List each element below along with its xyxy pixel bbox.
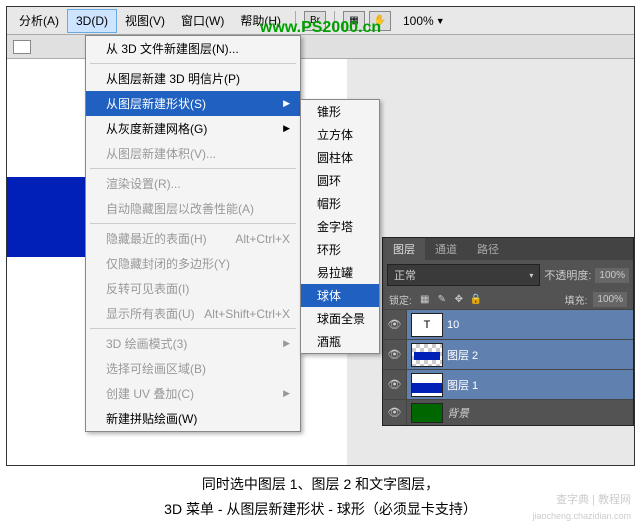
shape-cylinder[interactable]: 圆柱体: [301, 146, 379, 169]
menu-item-show-all: 显示所有表面(U)Alt+Shift+Ctrl+X: [86, 301, 300, 326]
shape-hat[interactable]: 帽形: [301, 192, 379, 215]
visibility-eye-icon[interactable]: 👁: [383, 370, 407, 399]
menu-view[interactable]: 视图(V): [117, 8, 173, 33]
tab-layers[interactable]: 图层: [383, 238, 425, 260]
menu-analyze[interactable]: 分析(A): [11, 8, 67, 33]
shape-cone[interactable]: 锥形: [301, 100, 379, 123]
shape-pyramid[interactable]: 金字塔: [301, 215, 379, 238]
separator: [90, 63, 296, 64]
menu-item-new-3d-postcard[interactable]: 从图层新建 3D 明信片(P): [86, 66, 300, 91]
shape-wine-bottle[interactable]: 酒瓶: [301, 330, 379, 353]
fill-value[interactable]: 100%: [593, 292, 627, 307]
submenu-arrow-icon: ▶: [283, 98, 290, 109]
swatch[interactable]: [13, 40, 31, 54]
menu-item-new-shape-from-layer[interactable]: 从图层新建形状(S)▶: [86, 91, 300, 116]
menu-item-3d-paint-mode: 3D 绘画模式(3)▶: [86, 331, 300, 356]
layer-row[interactable]: 👁 T 10: [383, 309, 633, 339]
corner-watermark: 查字典 | 教程网: [556, 491, 631, 507]
layer-name[interactable]: 背景: [447, 405, 469, 421]
layer-row[interactable]: 👁 图层 2: [383, 339, 633, 369]
shape-sphere[interactable]: 球体: [301, 284, 379, 307]
menu-item-render-settings: 渲染设置(R)...: [86, 171, 300, 196]
layer-name[interactable]: 10: [447, 319, 459, 331]
shape-spherical-panorama[interactable]: 球面全景: [301, 307, 379, 330]
layer-row[interactable]: 👁 图层 1: [383, 369, 633, 399]
lock-position-icon[interactable]: ✥: [452, 293, 466, 307]
shape-ring[interactable]: 环形: [301, 238, 379, 261]
lock-pixels-icon[interactable]: ✎: [435, 293, 449, 307]
layer-thumb: [411, 343, 443, 367]
layer-thumb-text: T: [411, 313, 443, 337]
menu-item-auto-hide-layers: 自动隐藏图层以改善性能(A): [86, 196, 300, 221]
dropdown-3d-menu: 从 3D 文件新建图层(N)... 从图层新建 3D 明信片(P) 从图层新建形…: [85, 35, 301, 432]
panel-tabs: 图层 通道 路径: [383, 238, 633, 260]
menu-3d[interactable]: 3D(D): [67, 9, 117, 33]
separator: [90, 168, 296, 169]
submenu-arrow-icon: ▶: [283, 338, 290, 349]
visibility-eye-icon[interactable]: 👁: [383, 400, 407, 425]
menu-item-hide-enclosed: 仅隐藏封闭的多边形(Y): [86, 251, 300, 276]
opacity-value[interactable]: 100%: [595, 268, 629, 283]
submenu-arrow-icon: ▶: [283, 123, 290, 134]
chevron-down-icon[interactable]: ▼: [436, 16, 445, 26]
layers-panel: 图层 通道 路径 正常▾ 不透明度: 100% 锁定: ▦ ✎ ✥ 🔒 填充: …: [382, 237, 634, 426]
visibility-eye-icon[interactable]: 👁: [383, 340, 407, 369]
layer-thumb: [411, 373, 443, 397]
menu-item-select-paintable: 选择可绘画区域(B): [86, 356, 300, 381]
chevron-down-icon: ▾: [529, 271, 533, 280]
layer-thumb: [411, 403, 443, 423]
tab-paths[interactable]: 路径: [467, 238, 509, 260]
layer-name[interactable]: 图层 1: [447, 377, 478, 393]
shape-donut[interactable]: 圆环: [301, 169, 379, 192]
lock-label: 锁定:: [389, 292, 412, 307]
separator: [90, 328, 296, 329]
fill-label: 填充:: [565, 292, 588, 307]
layer-row-bg[interactable]: 👁 背景: [383, 399, 633, 425]
menu-item-new-volume: 从图层新建体积(V)...: [86, 141, 300, 166]
menu-item-new-layer-from-3d-file[interactable]: 从 3D 文件新建图层(N)...: [86, 36, 300, 61]
caption-line-1: 同时选中图层 1、图层 2 和文字图层，: [0, 472, 641, 497]
menu-item-hide-nearest: 隐藏最近的表面(H)Alt+Ctrl+X: [86, 226, 300, 251]
menu-item-new-tiled-painting[interactable]: 新建拼贴绘画(W): [86, 406, 300, 431]
menu-window[interactable]: 窗口(W): [173, 8, 232, 33]
shape-cube[interactable]: 立方体: [301, 123, 379, 146]
menu-item-create-uv-overlay: 创建 UV 叠加(C)▶: [86, 381, 300, 406]
watermark-text: www.PS2000.cn: [260, 19, 381, 37]
blend-mode-select[interactable]: 正常▾: [387, 264, 540, 286]
corner-watermark-url: jiaocheng.chazidian.com: [532, 511, 631, 521]
submenu-arrow-icon: ▶: [283, 388, 290, 399]
visibility-eye-icon[interactable]: 👁: [383, 310, 407, 339]
lock-transparency-icon[interactable]: ▦: [418, 293, 432, 307]
submenu-shapes: 锥形 立方体 圆柱体 圆环 帽形 金字塔 环形 易拉罐 球体 球面全景 酒瓶: [300, 99, 380, 354]
menu-item-invert-visible: 反转可见表面(I): [86, 276, 300, 301]
tab-channels[interactable]: 通道: [425, 238, 467, 260]
opacity-label: 不透明度:: [544, 267, 591, 283]
menu-item-new-mesh-from-grayscale[interactable]: 从灰度新建网格(G)▶: [86, 116, 300, 141]
layer-name[interactable]: 图层 2: [447, 347, 478, 363]
lock-all-icon[interactable]: 🔒: [469, 293, 483, 307]
shape-soda-can[interactable]: 易拉罐: [301, 261, 379, 284]
separator: [90, 223, 296, 224]
zoom-level[interactable]: 100%: [403, 14, 434, 28]
